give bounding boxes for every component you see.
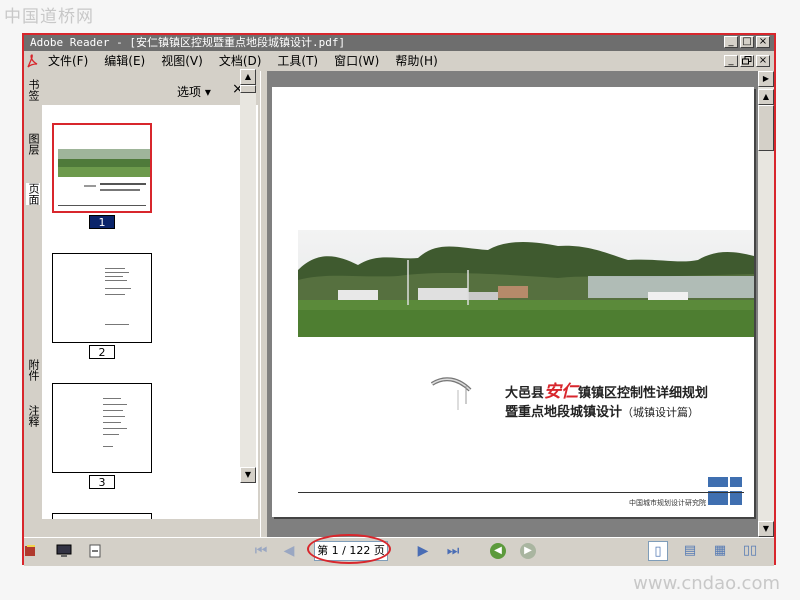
thumbnail-list: 1 2 3	[42, 105, 258, 519]
doc-scroll-up-icon[interactable]: ▲	[758, 89, 774, 105]
menu-file[interactable]: 文件(F)	[40, 51, 96, 71]
first-page-icon[interactable]: ⏮	[252, 542, 270, 560]
page-thumbnail-4[interactable]	[52, 513, 152, 519]
title-suffix: 镇镇区控制性详细规划	[578, 386, 709, 401]
pages-panel-header: 选项 ▾ ×	[42, 71, 260, 105]
close-button[interactable]: ×	[756, 36, 770, 48]
page-footer-rule	[298, 492, 744, 493]
page-number-2[interactable]: 2	[89, 345, 115, 359]
watermark-bottom: www.cndao.com	[633, 573, 780, 594]
highlight-oval	[307, 534, 391, 564]
go-forward-icon[interactable]: ▶	[520, 543, 536, 559]
title-bar: Adobe Reader - [安仁镇镇区控规暨重点地段城镇设计.pdf] _ …	[24, 35, 774, 51]
menu-help[interactable]: 帮助(H)	[387, 51, 445, 71]
tab-comments[interactable]: 注释	[26, 405, 40, 427]
title-prefix: 大邑县	[505, 386, 545, 401]
document-scrollbar[interactable]: ▶ ▲ ▼	[758, 71, 774, 537]
doc-close-button[interactable]: ×	[756, 55, 770, 67]
tab-attachments[interactable]: 附件	[26, 359, 40, 381]
doc-scroll-thumb[interactable]	[758, 105, 774, 151]
restore-icon	[742, 56, 752, 65]
tab-bookmarks[interactable]: 书签	[26, 79, 40, 101]
doc-scroll-down-icon[interactable]: ▼	[758, 521, 774, 537]
minimize-button[interactable]: _	[724, 36, 738, 48]
menu-edit[interactable]: 编辑(E)	[96, 51, 153, 71]
navigation-tabs: 书签 图层 页面 附件 注释	[24, 71, 43, 537]
landscape-photo	[298, 230, 754, 337]
document-view: 大邑县安仁镇镇区控制性详细规划 暨重点地段城镇设计（城镇设计篇） 中国城市规划设…	[268, 71, 758, 537]
document-page: 大邑县安仁镇镇区控制性详细规划 暨重点地段城镇设计（城镇设计篇） 中国城市规划设…	[272, 87, 754, 517]
page-thumbnail-1[interactable]	[52, 123, 152, 213]
page-thumbnail-3[interactable]	[52, 383, 152, 473]
page-view-icon[interactable]	[88, 544, 102, 558]
page-thumbnail-2[interactable]	[52, 253, 152, 343]
scroll-down-icon[interactable]: ▼	[240, 467, 256, 483]
title-highlight: 安仁	[544, 382, 579, 402]
status-bar: ⏮ ◀ 第 1 / 122 页 ▶ ⏭ ◀ ▶ ▯ ▤ ▦ ▯▯	[24, 534, 774, 566]
scroll-up-icon[interactable]: ▲	[240, 69, 256, 85]
thumbnail-scrollbar[interactable]: ▲ ▼	[240, 69, 256, 483]
previous-page-icon[interactable]: ◀	[280, 542, 298, 560]
thumbnail-3-preview	[103, 398, 127, 447]
next-page-icon[interactable]: ▶	[414, 542, 432, 560]
menu-view[interactable]: 视图(V)	[153, 51, 211, 71]
scroll-thumb[interactable]	[240, 85, 256, 93]
doc-restore-button[interactable]	[740, 55, 754, 67]
page-number-3[interactable]: 3	[89, 475, 115, 489]
thumbnail-1-preview	[58, 149, 150, 206]
facing-icon[interactable]: ▯▯	[740, 541, 760, 561]
acrobat-logo-icon	[27, 54, 38, 68]
go-back-icon[interactable]: ◀	[490, 543, 506, 559]
organization-name: 中国城市规划设计研究院	[629, 499, 706, 507]
thumbnail-2-preview	[105, 268, 131, 325]
menu-tools[interactable]: 工具(T)	[269, 51, 326, 71]
subtitle-note: （城镇设计篇）	[622, 406, 700, 419]
document-title: 大邑县安仁镇镇区控制性详细规划	[505, 377, 708, 402]
village-photo-image	[298, 230, 754, 337]
menu-document[interactable]: 文档(D)	[211, 51, 270, 71]
pages-panel: 选项 ▾ × 1 2 3	[42, 71, 260, 537]
last-page-icon[interactable]: ⏭	[444, 542, 462, 560]
expand-right-icon[interactable]: ▶	[758, 71, 774, 87]
monitor-icon[interactable]	[56, 544, 72, 558]
maximize-button[interactable]: □	[740, 36, 754, 48]
options-menu[interactable]: 选项 ▾	[177, 83, 211, 100]
subtitle-main: 暨重点地段城镇设计	[505, 405, 623, 420]
document-subtitle: 暨重点地段城镇设计（城镇设计篇）	[505, 401, 699, 420]
road-logo-icon	[430, 377, 472, 410]
tab-pages[interactable]: 页面	[26, 183, 40, 205]
menu-window[interactable]: 窗口(W)	[326, 51, 387, 71]
menu-bar: 文件(F) 编辑(E) 视图(V) 文档(D) 工具(T) 窗口(W) 帮助(H…	[24, 51, 774, 71]
watermark-top: 中国道桥网	[4, 7, 94, 27]
panel-splitter[interactable]	[260, 71, 268, 537]
book-icon[interactable]	[24, 544, 38, 558]
continuous-icon[interactable]: ▤	[680, 541, 700, 561]
reader-window: Adobe Reader - [安仁镇镇区控规暨重点地段城镇设计.pdf] _ …	[22, 33, 776, 566]
window-title: Adobe Reader - [安仁镇镇区控规暨重点地段城镇设计.pdf]	[30, 36, 346, 49]
tab-layers[interactable]: 图层	[26, 133, 40, 155]
doc-minimize-button[interactable]: _	[724, 55, 738, 67]
single-page-icon[interactable]: ▯	[648, 541, 668, 561]
continuous-facing-icon[interactable]: ▦	[710, 541, 730, 561]
page-number-1[interactable]: 1	[89, 215, 115, 229]
